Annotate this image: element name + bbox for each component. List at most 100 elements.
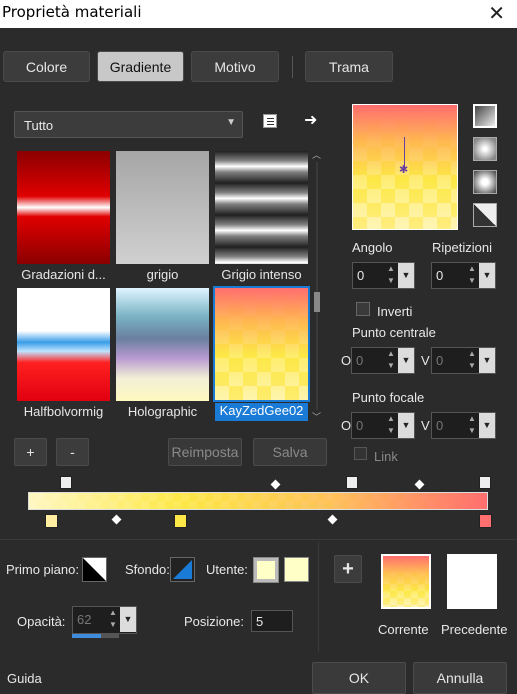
- color-midpoint-icon[interactable]: [327, 514, 338, 525]
- center-h-input[interactable]: 0 ▲ ▼ ▼: [351, 347, 415, 374]
- tab-gradiente[interactable]: Gradiente: [97, 51, 184, 82]
- center-v-input[interactable]: 0 ▲ ▼ ▼: [431, 347, 496, 374]
- thumb-label: Gradazioni d...: [21, 267, 106, 282]
- center-point-label: Punto centrale: [352, 325, 436, 340]
- gradient-thumb-grigio-intenso[interactable]: Grigio intenso: [215, 151, 308, 282]
- center-handle-icon[interactable]: ✱: [399, 163, 408, 176]
- export-arrow-icon[interactable]: ➜: [304, 110, 317, 130]
- opacity-slider-track[interactable]: [72, 634, 119, 638]
- stepper-arrows-icon[interactable]: ▲ ▼: [465, 348, 479, 373]
- scroll-thumb[interactable]: [314, 292, 320, 312]
- foreground-label: Primo piano:: [6, 562, 79, 577]
- position-input[interactable]: 5: [251, 610, 293, 632]
- opacity-stop-icon[interactable]: [60, 476, 72, 489]
- chevron-down-icon[interactable]: ▼: [398, 263, 414, 288]
- center-v-value: 0: [436, 353, 444, 368]
- opacity-stop-icon[interactable]: [479, 476, 491, 489]
- background-label: Sfondo:: [125, 562, 170, 577]
- opacity-slider-fill: [72, 634, 102, 638]
- library-scrollbar[interactable]: ︿ ﹀: [312, 150, 322, 422]
- tab-colore[interactable]: Colore: [3, 51, 90, 82]
- focal-h-input[interactable]: 0 ▲ ▼ ▼: [351, 412, 415, 439]
- focal-h-label: O: [341, 418, 352, 433]
- cancel-button[interactable]: Annulla: [413, 662, 507, 694]
- user-color-swatch[interactable]: [253, 557, 279, 583]
- library-file-icon[interactable]: [263, 114, 277, 128]
- color-stop-icon[interactable]: [174, 514, 187, 528]
- reset-button[interactable]: Reimposta: [168, 438, 242, 466]
- tab-motivo[interactable]: Motivo: [191, 51, 279, 82]
- opacity-label: Opacità:: [17, 614, 66, 629]
- scroll-down-icon[interactable]: ﹀: [312, 410, 321, 423]
- window-title: Proprietà materiali: [2, 3, 142, 21]
- previous-label: Precedente: [441, 622, 508, 637]
- stepper-arrows-icon[interactable]: ▲ ▼: [384, 413, 398, 438]
- current-preview: [381, 554, 431, 609]
- chevron-down-icon[interactable]: ▼: [479, 263, 495, 288]
- link-label: Link: [374, 449, 398, 464]
- center-v-label: V: [421, 353, 430, 368]
- repeats-input[interactable]: 0 ▲ ▼ ▼: [431, 262, 496, 289]
- gradient-thumb-halfbolvormig[interactable]: Halfbolvormig: [17, 288, 110, 419]
- angle-value: 0: [357, 268, 365, 283]
- gradient-editor[interactable]: [28, 492, 488, 510]
- category-value: Tutto: [24, 118, 54, 133]
- color-midpoint-icon[interactable]: [111, 514, 122, 525]
- opacity-stop-icon[interactable]: [346, 476, 358, 489]
- repeats-label: Ripetizioni: [432, 240, 492, 255]
- ok-button[interactable]: OK: [312, 662, 406, 694]
- scroll-track: [316, 162, 318, 410]
- user-color-swatch-alt[interactable]: [284, 557, 309, 582]
- opacity-midpoint-icon[interactable]: [270, 479, 281, 490]
- focal-point-label: Punto focale: [352, 390, 425, 405]
- user-label: Utente:: [206, 562, 248, 577]
- opacity-input[interactable]: 62 ▲ ▼ ▼: [72, 606, 137, 634]
- title-bar: Proprietà materiali ✕: [0, 0, 517, 28]
- scroll-up-icon[interactable]: ︿: [312, 148, 321, 161]
- background-swatch-icon[interactable]: [170, 557, 195, 582]
- chevron-down-icon[interactable]: ▼: [120, 607, 136, 632]
- stepper-arrows-icon[interactable]: ▲ ▼: [106, 607, 120, 632]
- previous-preview: [447, 554, 497, 609]
- rectangular-gradient-icon[interactable]: [473, 137, 497, 161]
- gradient-thumb-kayzedgee02[interactable]: KayZedGee02: [213, 286, 310, 421]
- gradient-thumb-holographic[interactable]: Holographic: [116, 288, 209, 419]
- remove-gradient-button[interactable]: -: [56, 438, 89, 466]
- panel-divider: [318, 542, 319, 652]
- angle-input[interactable]: 0 ▲ ▼ ▼: [352, 262, 415, 289]
- stepper-arrows-icon[interactable]: ▲ ▼: [384, 263, 398, 288]
- color-stop-icon[interactable]: [45, 514, 58, 528]
- help-button[interactable]: Guida: [7, 671, 42, 686]
- stepper-arrows-icon[interactable]: ▲ ▼: [465, 263, 479, 288]
- chevron-down-icon[interactable]: ▼: [398, 348, 414, 373]
- chevron-down-icon[interactable]: ▼: [479, 413, 495, 438]
- stepper-arrows-icon[interactable]: ▲ ▼: [465, 413, 479, 438]
- chevron-down-icon[interactable]: ▼: [398, 413, 414, 438]
- sunburst-gradient-icon[interactable]: [473, 203, 497, 227]
- color-stop-icon[interactable]: [479, 514, 492, 528]
- add-gradient-button[interactable]: +: [14, 438, 47, 466]
- opacity-midpoint-icon[interactable]: [414, 479, 425, 490]
- focal-v-input[interactable]: 0 ▲ ▼ ▼: [431, 412, 496, 439]
- angle-label: Angolo: [352, 240, 393, 255]
- thumb-label: grigio: [146, 267, 179, 282]
- linear-gradient-icon[interactable]: [473, 104, 497, 128]
- category-dropdown[interactable]: Tutto ▼: [14, 111, 243, 138]
- link-checkbox[interactable]: [354, 447, 367, 460]
- position-value: 5: [256, 614, 264, 629]
- gradient-preview[interactable]: ✱: [352, 104, 458, 230]
- add-to-swatches-button[interactable]: +: [334, 555, 362, 583]
- gradient-thumb-gradazioni[interactable]: Gradazioni d...: [17, 151, 110, 282]
- invert-checkbox[interactable]: [356, 302, 370, 316]
- chevron-down-icon[interactable]: ▼: [479, 348, 495, 373]
- radial-gradient-icon[interactable]: [473, 170, 497, 194]
- tab-trama[interactable]: Trama: [305, 51, 393, 82]
- thumb-label: KayZedGee02: [215, 403, 308, 421]
- stepper-arrows-icon[interactable]: ▲ ▼: [384, 348, 398, 373]
- close-icon[interactable]: ✕: [488, 1, 505, 26]
- save-button[interactable]: Salva: [253, 438, 327, 466]
- chevron-down-icon: ▼: [226, 117, 236, 128]
- gradient-thumb-grigio[interactable]: grigio: [116, 151, 209, 282]
- gradient-library: Gradazioni d... grigio Grigio intenso Ha…: [14, 148, 326, 423]
- foreground-swatch-icon[interactable]: [82, 557, 107, 582]
